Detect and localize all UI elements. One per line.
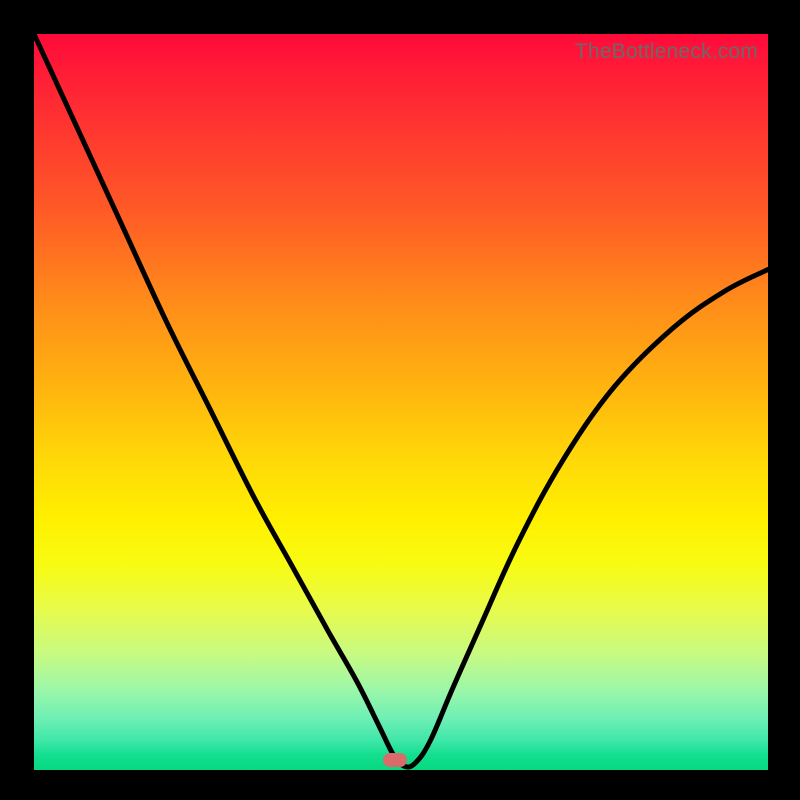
chart-frame: TheBottleneck.com [0, 0, 800, 800]
optimal-point-marker [383, 753, 407, 767]
bottleneck-curve [34, 34, 768, 770]
curve-path [34, 34, 768, 767]
plot-area: TheBottleneck.com [34, 34, 768, 770]
